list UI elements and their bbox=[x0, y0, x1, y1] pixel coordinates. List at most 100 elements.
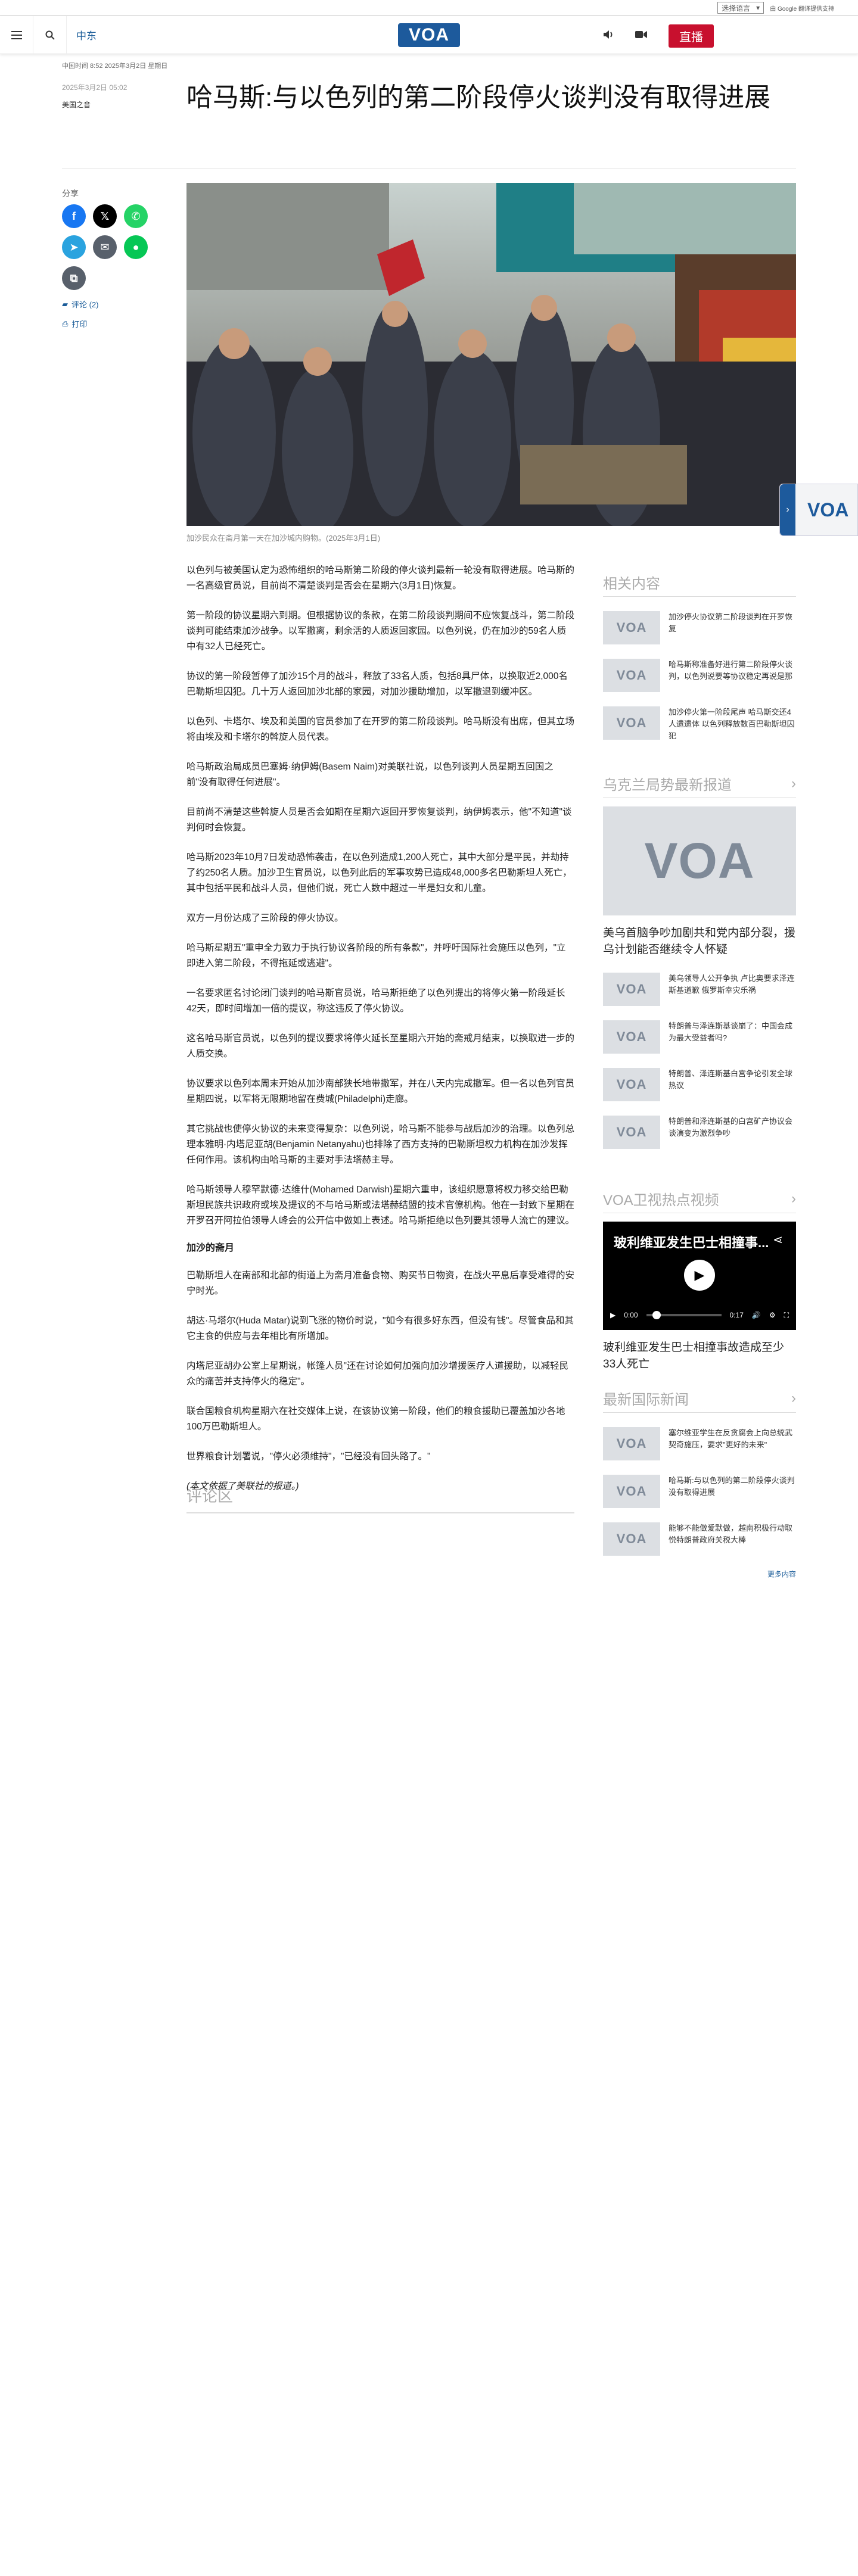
thumbnail: VOA bbox=[603, 1427, 660, 1460]
intl-news-item[interactable]: VOA 哈马斯:与以色列的第二阶段停火谈判没有取得进展 bbox=[603, 1475, 796, 1508]
paragraph: 双方一月份达成了三阶段的停火协议。 bbox=[186, 913, 344, 923]
search-button[interactable] bbox=[33, 15, 67, 54]
related-item-title: 加沙停火第一阶段尾声 哈马斯交还4人遗遗体 以色列释放数百巴勒斯坦囚犯 bbox=[669, 708, 795, 740]
telegram-icon[interactable]: ➤ bbox=[62, 235, 86, 259]
voa-thumb-logo: VOA bbox=[616, 1436, 647, 1451]
whatsapp-icon[interactable]: ✆ bbox=[124, 204, 148, 228]
email-icon[interactable]: ✉ bbox=[93, 235, 117, 259]
print-icon: ⎙ bbox=[62, 319, 69, 328]
copy-link-icon[interactable]: ⧉ bbox=[62, 266, 86, 290]
paragraph: 内塔尼亚胡办公室上星期说，帐篷人员"还在讨论如何加强向加沙增援医疗人道援助，以减… bbox=[186, 1361, 569, 1387]
print-link[interactable]: ⎙ 打印 bbox=[62, 318, 163, 329]
google-translate-credit: 由 Google 翻译提供支持 bbox=[770, 5, 834, 13]
ukraine-item-title: 特朗普和泽连斯基的白宫矿产协议会谈演变为激烈争吵 bbox=[669, 1117, 793, 1138]
thumbnail: VOA bbox=[603, 706, 660, 740]
page-title: 哈马斯:与以色列的第二阶段停火谈判没有取得进展 bbox=[186, 83, 771, 112]
ukraine-item-title: 美乌领导人公开争执 卢比奥要求泽连斯基道歉 俄罗斯幸灾乐祸 bbox=[669, 974, 795, 995]
settings-icon[interactable]: ⚙ bbox=[769, 1311, 776, 1319]
chevron-right-icon: › bbox=[780, 484, 795, 535]
paragraph: 其它挑战也使停火协议的未来变得复杂：以色列说，哈马斯不能参与战后加沙的治理。以色… bbox=[186, 1124, 575, 1165]
ukraine-title[interactable]: 乌克兰局势最新报道 › bbox=[603, 773, 796, 798]
ukraine-item[interactable]: VOA 特朗普与泽连斯基谈崩了：中国会成为最大受益者吗? bbox=[603, 1020, 796, 1054]
section-link[interactable]: 中东 bbox=[76, 27, 97, 42]
voa-thumb-logo: VOA bbox=[616, 982, 647, 996]
related-item-title: 哈马斯称准备好进行第二阶段停火谈判，以色列说要等协议稳定再说是那 bbox=[669, 660, 793, 681]
voa-logo[interactable]: VOA bbox=[398, 23, 460, 47]
audio-icon[interactable] bbox=[603, 30, 614, 42]
voa-thumb-logo: VOA bbox=[616, 1531, 647, 1546]
comment-icon: ▰ bbox=[62, 299, 68, 309]
video-block-title[interactable]: VOA卫视热点视频 › bbox=[603, 1188, 796, 1213]
language-select-label: 选择语言 bbox=[722, 4, 751, 13]
thumbnail: VOA bbox=[603, 1068, 660, 1101]
paragraph: 协议要求以色列本周末开始从加沙南部狭长地带撤军，并在八天内完成撤军。但一名以色列… bbox=[186, 1079, 575, 1104]
video-icon[interactable] bbox=[635, 30, 647, 42]
intl-news-item[interactable]: VOA 能够不能做爱默做，越南积极行动取悦特朗普政府关税大棒 bbox=[603, 1522, 796, 1556]
paragraph: 巴勒斯坦人在南部和北部的街道上为斋月准备食物、购买节日物资，在战火平息后享受难得… bbox=[186, 1270, 575, 1296]
paragraph: 哈马斯星期五"重申全力致力于执行协议各阶段的所有条款"，并呼吁国际社会施压以色列… bbox=[186, 943, 566, 968]
paragraph: 胡达·马塔尔(Huda Matar)说到飞涨的物价时说，"如今有很多好东西，但没… bbox=[186, 1316, 574, 1341]
video-overlay-title: 玻利维亚发生巴士相撞事... bbox=[614, 1235, 769, 1250]
comments-link[interactable]: ▰ 评论 (2) bbox=[62, 298, 163, 310]
voa-thumb-logo: VOA bbox=[616, 1077, 647, 1092]
voa-thumb-logo: VOA bbox=[644, 833, 755, 889]
ukraine-big-title[interactable]: 美乌首脑争吵加剧共和党内部分裂，援乌计划能否继续令人怀疑 bbox=[603, 925, 796, 958]
print-link-label: 打印 bbox=[72, 320, 88, 329]
ukraine-item[interactable]: VOA 特朗普和泽连斯基的白宫矿产协议会谈演变为激烈争吵 bbox=[603, 1116, 796, 1149]
intl-news-title-text: 最新国际新闻 bbox=[603, 1392, 689, 1408]
thumbnail: VOA bbox=[603, 611, 660, 644]
top-navigation: 中东 VOA 直播 bbox=[0, 15, 858, 54]
related-item-title: 加沙停火协议第二阶段谈判在开罗恢复 bbox=[669, 612, 793, 633]
paragraph: 协议的第一阶段暂停了加沙15个月的战斗，释放了33名人质，包括8具尸体，以换取近… bbox=[186, 671, 568, 697]
related-item[interactable]: VOA 加沙停火第一阶段尾声 哈马斯交还4人遗遗体 以色列释放数百巴勒斯坦囚犯 bbox=[603, 706, 796, 742]
paragraph: 以色列与被美国认定为恐怖组织的哈马斯第二阶段的停火谈判最新一轮没有取得进展。哈马… bbox=[186, 565, 575, 591]
line-icon[interactable]: ● bbox=[124, 235, 148, 259]
volume-icon[interactable]: 🔊 bbox=[752, 1311, 761, 1319]
video-player[interactable]: 玻利维亚发生巴士相撞事... ⋖ ▶ ▶ 0:00 0:17 🔊 ⚙ ⛶ bbox=[603, 1222, 796, 1330]
ukraine-item[interactable]: VOA 美乌领导人公开争执 卢比奥要求泽连斯基道歉 俄罗斯幸灾乐祸 bbox=[603, 973, 796, 1006]
paragraph: 世界粮食计划署说，"停火必须维持"，"已经没有回头路了。" bbox=[186, 1451, 431, 1462]
video-caption[interactable]: 玻利维亚发生巴士相撞事故造成至少33人死亡 bbox=[603, 1340, 796, 1373]
menu-button[interactable] bbox=[0, 15, 33, 54]
ukraine-item[interactable]: VOA 特朗普、泽连斯基白宫争论引发全球热议 bbox=[603, 1068, 796, 1101]
video-progress-slider[interactable] bbox=[646, 1311, 722, 1319]
thumbnail: VOA bbox=[603, 973, 660, 1006]
paragraph: 这名哈马斯官员说，以色列的提议要求将停火延长至星期六开始的斋戒月结束，以换取进一… bbox=[186, 1033, 575, 1059]
intl-news-item-title: 哈马斯:与以色列的第二阶段停火谈判没有取得进展 bbox=[669, 1476, 795, 1497]
ukraine-item-title: 特朗普、泽连斯基白宫争论引发全球热议 bbox=[669, 1069, 793, 1090]
video-block: VOA卫视热点视频 › 玻利维亚发生巴士相撞事... ⋖ ▶ ▶ 0:00 0:1… bbox=[603, 1188, 796, 1373]
live-button[interactable]: 直播 bbox=[669, 24, 714, 48]
ukraine-big-thumbnail[interactable]: VOA bbox=[603, 806, 796, 915]
video-duration: 0:17 bbox=[729, 1311, 744, 1319]
language-select[interactable]: 选择语言 ▾ bbox=[717, 2, 764, 14]
side-voa-button[interactable]: › VOA bbox=[779, 484, 858, 536]
related-item[interactable]: VOA 加沙停火协议第二阶段谈判在开罗恢复 bbox=[603, 611, 796, 644]
related-item[interactable]: VOA 哈马斯称准备好进行第二阶段停火谈判，以色列说要等协议稳定再说是那 bbox=[603, 659, 796, 692]
paragraph: 哈马斯领导人穆罕默德·达维什(Mohamed Darwish)星期六重申，该组织… bbox=[186, 1185, 575, 1226]
facebook-icon[interactable]: f bbox=[62, 204, 86, 228]
paragraph: 哈马斯政治局成员巴塞姆·纳伊姆(Basem Naim)对美联社说，以色列谈判人员… bbox=[186, 762, 554, 787]
video-current-time: 0:00 bbox=[624, 1311, 638, 1319]
intl-news-title[interactable]: 最新国际新闻 › bbox=[603, 1388, 796, 1413]
thumbnail: VOA bbox=[603, 1475, 660, 1508]
voa-thumb-logo: VOA bbox=[616, 1125, 647, 1139]
comments-link-label: 评论 (2) bbox=[72, 300, 99, 309]
paragraph: 目前尚不清楚这些斡旋人员是否会如期在星期六返回开罗恢复谈判，纳伊姆表示，他"不知… bbox=[186, 807, 572, 833]
share-icon[interactable]: ⋖ bbox=[773, 1232, 783, 1247]
share-label: 分享 bbox=[62, 189, 79, 198]
comments-section-title: 评论区 bbox=[186, 1484, 574, 1513]
intl-news-item-title: 能够不能做爱默做，越南积极行动取悦特朗普政府关税大棒 bbox=[669, 1524, 793, 1544]
more-link[interactable]: 更多内容 bbox=[603, 1569, 796, 1579]
dateline: 中国时间 8:52 2025年3月2日 星期日 bbox=[62, 63, 168, 70]
chevron-right-icon: › bbox=[791, 775, 796, 792]
fullscreen-icon[interactable]: ⛶ bbox=[784, 1311, 789, 1320]
x-icon[interactable]: 𝕏 bbox=[93, 204, 117, 228]
play-icon[interactable]: ▶ bbox=[610, 1311, 615, 1319]
intl-news-block: 最新国际新闻 › VOA 塞尔维亚学生在反贪腐会上向总统武契奇施压，要求"更好的未来… bbox=[603, 1388, 796, 1579]
related-block: 相关内容 VOA 加沙停火协议第二阶段谈判在开罗恢复 VOA 哈马斯称准备好进行第二… bbox=[603, 572, 796, 742]
intl-news-item[interactable]: VOA 塞尔维亚学生在反贪腐会上向总统武契奇施压，要求"更好的未来" bbox=[603, 1427, 796, 1460]
ukraine-block: 乌克兰局势最新报道 › VOA 美乌首脑争吵加剧共和党内部分裂，援乌计划能否继续令… bbox=[603, 773, 796, 1149]
ukraine-item-title: 特朗普与泽连斯基谈崩了：中国会成为最大受益者吗? bbox=[669, 1021, 793, 1042]
paragraph: 以色列、卡塔尔、埃及和美国的官员参加了在开罗的第二阶段谈判。哈马斯没有出席，但其… bbox=[186, 717, 575, 742]
play-button[interactable]: ▶ bbox=[684, 1260, 715, 1291]
